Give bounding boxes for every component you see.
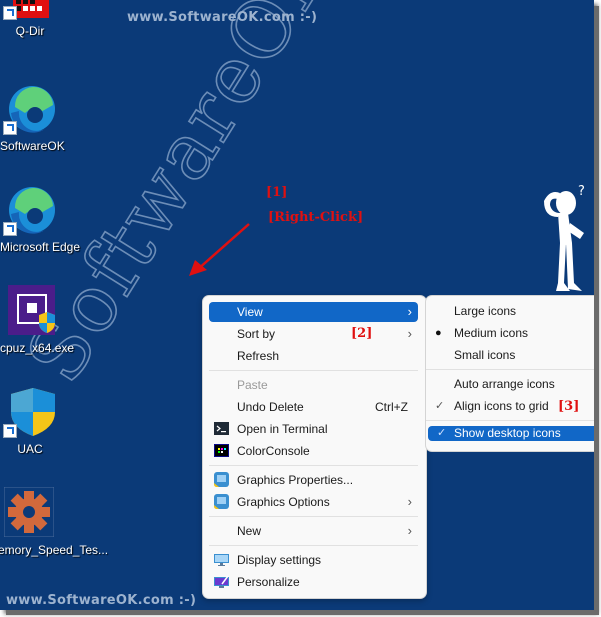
submenu-item-label: Auto arrange icons [454, 377, 555, 391]
menu-item-open-in-terminal[interactable]: Open in Terminal [209, 419, 418, 439]
menu-separator [209, 516, 418, 517]
checkmark-icon: ✓ [435, 400, 445, 412]
shortcut-arrow-icon [3, 121, 17, 135]
menu-item-label: Undo Delete [237, 400, 304, 414]
menu-separator [209, 545, 418, 546]
menu-item-refresh[interactable]: Refresh [209, 346, 418, 366]
menu-item-label: Display settings [237, 553, 322, 567]
watermark-top: www.SoftwareOK.com :-) [127, 10, 318, 25]
menu-item-label: Open in Terminal [237, 422, 328, 436]
desktop-icon-label: cpuz_x64.exe [0, 341, 75, 355]
watermark-bottom: www.SoftwareOK.com :-) [6, 593, 197, 608]
chevron-right-icon: › [407, 304, 412, 319]
menu-item-graphics-options[interactable]: Graphics Options › [209, 492, 418, 512]
annotation-right-click: [Right-Click] [268, 210, 364, 225]
annotation-step1: [1] [266, 185, 288, 200]
checkmark-icon: ✓ [437, 427, 447, 439]
desktop[interactable]: SoftwareOK.com www.SoftwareOK.com :-) ww… [0, 0, 594, 610]
gear-icon [3, 486, 55, 538]
menu-item-label: Graphics Properties... [237, 473, 354, 487]
menu-item-label: Refresh [237, 349, 280, 363]
annotation-step3: [3] [558, 399, 580, 414]
desktop-icon-label: Microsoft Edge [0, 240, 81, 254]
submenu-item-align-icons-to-grid[interactable]: ✓ Align icons to grid [3] [426, 396, 594, 416]
desktop-icon-label: SoftwareOK [0, 139, 65, 153]
menu-item-graphics-properties[interactable]: Graphics Properties... [209, 470, 418, 490]
personalize-icon [214, 575, 229, 588]
menu-item-display-settings[interactable]: Display settings [209, 550, 418, 570]
menu-item-label: New [237, 524, 262, 538]
menu-item-new[interactable]: New › [209, 521, 418, 541]
svg-text:?: ? [578, 184, 585, 199]
desktop-icon-q-dir[interactable]: Q-Dir [0, 0, 60, 38]
context-menu: View › Sort by [2] › Refresh Paste Undo … [202, 295, 427, 599]
uac-shield-icon [3, 386, 55, 438]
desktop-icon-label: Memory_Speed_Tes... [0, 543, 109, 557]
menu-item-label: View [237, 305, 263, 319]
shortcut-arrow-icon [3, 6, 17, 20]
desktop-icon-softwareok[interactable]: SoftwareOK [0, 83, 65, 153]
submenu-item-label: Show desktop icons [454, 426, 561, 440]
edge-icon [3, 83, 55, 135]
menu-item-label: Personalize [237, 575, 300, 589]
submenu-item-medium-icons[interactable]: ● Medium icons [426, 323, 594, 343]
submenu-item-large-icons[interactable]: Large icons [426, 301, 594, 321]
menu-separator [209, 465, 418, 466]
menu-separator [426, 369, 594, 370]
display-icon [214, 554, 229, 566]
submenu-item-label: Small icons [454, 348, 516, 362]
menu-item-paste[interactable]: Paste [209, 375, 418, 395]
menu-item-undo-delete[interactable]: Undo Delete Ctrl+Z [209, 397, 418, 417]
edge-icon [3, 184, 55, 236]
menu-separator [209, 370, 418, 371]
terminal-icon [214, 422, 229, 435]
desktop-icon-cpuz[interactable]: cpuz_x64.exe [0, 285, 75, 355]
desktop-icon-uac[interactable]: UAC [0, 386, 60, 456]
thinking-man-icon: ? [544, 184, 585, 291]
annotation-step2: [2] [351, 326, 373, 341]
screenshot-shadow-bottom [6, 610, 599, 615]
red-arrow-icon [189, 223, 250, 276]
chevron-right-icon: › [407, 494, 412, 509]
menu-item-personalize[interactable]: Personalize [209, 572, 418, 592]
submenu-item-show-desktop-icons[interactable]: ✓ Show desktop icons [428, 426, 594, 441]
desktop-icon-memory-speed-test[interactable]: Memory_Speed_Tes... [0, 486, 109, 557]
menu-item-colorconsole[interactable]: ColorConsole [209, 441, 418, 461]
colorconsole-icon [214, 444, 229, 457]
submenu-item-small-icons[interactable]: Small icons [426, 345, 594, 365]
menu-item-view[interactable]: View › [209, 302, 418, 322]
menu-item-label: Sort by [237, 327, 276, 341]
menu-item-label: ColorConsole [237, 444, 310, 458]
desktop-icon-microsoft-edge[interactable]: Microsoft Edge [0, 184, 81, 254]
cpuz-icon [5, 285, 58, 335]
menu-item-label: Paste [237, 378, 268, 392]
menu-separator [426, 420, 594, 421]
submenu-item-label: Medium icons [454, 326, 529, 340]
menu-item-label: Graphics Options [237, 495, 330, 509]
shortcut-arrow-icon [3, 424, 17, 438]
screenshot-shadow-right [594, 6, 599, 612]
chevron-right-icon: › [407, 523, 412, 538]
shortcut-arrow-icon [3, 222, 17, 236]
graphics-icon [214, 494, 229, 509]
menu-item-sort-by[interactable]: Sort by [2] › [209, 324, 418, 344]
view-submenu: Large icons ● Medium icons Small icons A… [425, 295, 594, 452]
desktop-icon-label: UAC [17, 442, 43, 456]
submenu-item-label: Large icons [454, 304, 517, 318]
submenu-item-label: Align icons to grid [454, 399, 549, 413]
radio-bullet-icon: ● [435, 327, 442, 339]
chevron-right-icon: › [407, 326, 412, 341]
q-dir-icon [3, 0, 55, 32]
submenu-item-auto-arrange-icons[interactable]: Auto arrange icons [426, 374, 594, 394]
graphics-icon [214, 472, 229, 487]
shortcut-text: Ctrl+Z [375, 400, 408, 414]
